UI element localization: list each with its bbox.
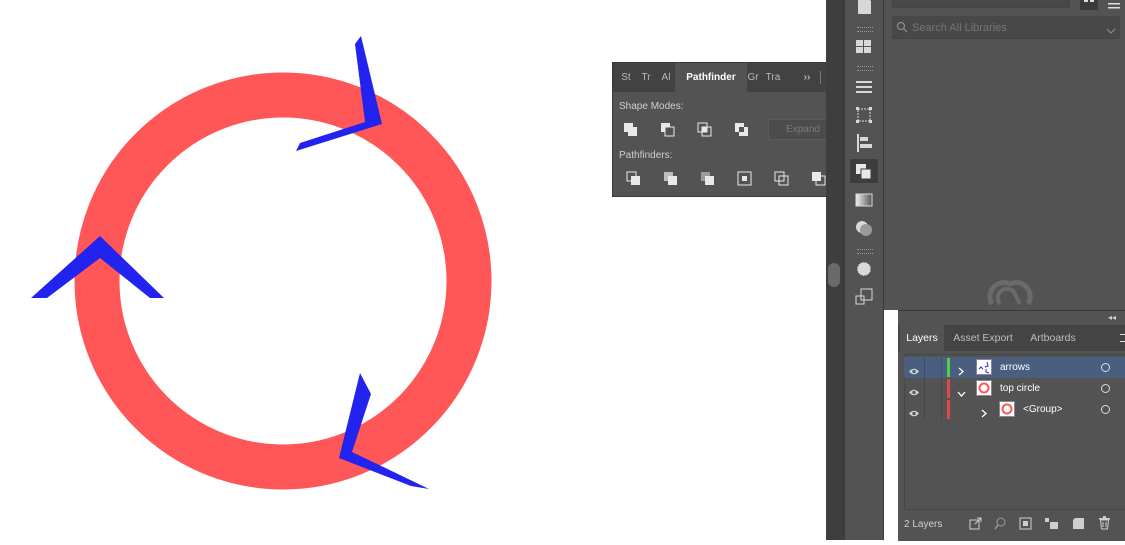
collapse-panel-icon[interactable]: ◂◂ — [1108, 313, 1116, 322]
divide-icon[interactable] — [625, 170, 643, 188]
layers-tabbar: Layers Asset Export Artboards — [898, 325, 1125, 351]
tab-artboards[interactable]: Artboards — [1022, 325, 1084, 351]
exclude-icon[interactable] — [733, 121, 751, 139]
library-dropdown[interactable] — [892, 0, 1070, 8]
layer-row-top-circle[interactable]: top circle — [904, 378, 1125, 399]
library-search[interactable] — [892, 16, 1120, 39]
target-circle-icon[interactable] — [1101, 363, 1110, 372]
dock-grip — [857, 249, 873, 254]
eye-icon[interactable] — [908, 405, 920, 423]
pathfinder-tabbar: St Tr Al Pathfinder Gr Tra ›› — [613, 63, 841, 92]
align-icon[interactable] — [853, 133, 875, 153]
clipping-mask-icon[interactable] — [1019, 517, 1032, 535]
tab-stroke[interactable]: St — [617, 63, 635, 92]
layer-color-swatch — [947, 379, 950, 398]
trim-icon[interactable] — [662, 170, 680, 188]
layer-thumbnail — [976, 380, 992, 396]
grid-view-icon[interactable] — [1080, 0, 1098, 10]
tab-gradient[interactable]: Gr — [743, 63, 763, 92]
chevron-right-icon[interactable] — [981, 405, 988, 423]
layer-name[interactable]: arrows — [1000, 357, 1030, 378]
appearance-icon[interactable] — [853, 259, 875, 279]
new-layer-icon[interactable] — [1072, 517, 1085, 535]
tab-align[interactable]: Al — [657, 63, 675, 92]
layer-count: 2 Layers — [904, 519, 943, 530]
red-ring — [74, 72, 492, 490]
libraries-panel — [884, 0, 1125, 310]
pathfinder-panel[interactable]: St Tr Al Pathfinder Gr Tra ›› Shape Mode… — [612, 62, 842, 197]
dock-scroll-thumb[interactable] — [828, 263, 840, 287]
layer-row-group[interactable]: <Group> — [904, 399, 1125, 420]
tab-transparency[interactable]: Tr — [637, 63, 655, 92]
stroke-icon[interactable] — [853, 77, 875, 97]
layer-thumbnail — [999, 401, 1015, 417]
library-search-input[interactable] — [910, 18, 1104, 38]
search-icon — [896, 20, 908, 38]
tab-transform[interactable]: Tra — [763, 63, 783, 92]
pathfinders-label: Pathfinders: — [619, 150, 673, 161]
tab-pathfinder[interactable]: Pathfinder — [675, 63, 747, 92]
target-circle-icon[interactable] — [1101, 405, 1110, 414]
transform-icon[interactable] — [853, 105, 875, 125]
trash-icon[interactable] — [1098, 516, 1111, 535]
swatches-icon[interactable] — [853, 37, 875, 57]
layers-footer: 2 Layers — [898, 511, 1125, 541]
minus-front-icon[interactable] — [659, 121, 677, 139]
top-circle-layer-art — [74, 72, 492, 490]
panel-menu-icon[interactable] — [1120, 334, 1125, 342]
pathfinder-dock-icon[interactable] — [850, 159, 878, 183]
crop-icon[interactable] — [736, 170, 754, 188]
tab-asset-export[interactable]: Asset Export — [948, 325, 1018, 351]
export-icon[interactable] — [969, 517, 982, 535]
unite-icon[interactable] — [622, 121, 640, 139]
artboards-dock-icon[interactable] — [853, 287, 875, 307]
layer-name[interactable]: <Group> — [1023, 399, 1062, 420]
merge-icon[interactable] — [699, 170, 717, 188]
new-sublayer-icon[interactable] — [1044, 517, 1059, 535]
locate-object-icon[interactable] — [994, 517, 1007, 535]
outline-icon[interactable] — [773, 170, 791, 188]
transparency-icon[interactable] — [853, 218, 875, 238]
intersect-icon[interactable] — [696, 121, 714, 139]
shape-modes-label: Shape Modes: — [619, 101, 684, 112]
layer-name[interactable]: top circle — [1000, 378, 1040, 399]
dock-grip — [857, 27, 873, 32]
properties-icon[interactable] — [853, 0, 875, 16]
layer-thumbnail — [976, 359, 992, 375]
gradient-icon[interactable] — [853, 190, 875, 210]
layer-color-swatch — [947, 358, 950, 377]
layer-row-arrows[interactable]: arrows — [904, 357, 1125, 378]
panel-overflow-button[interactable]: ›› — [799, 63, 815, 92]
layer-color-swatch — [947, 400, 950, 419]
tab-layers[interactable]: Layers — [900, 325, 944, 351]
dock-grip — [857, 66, 873, 71]
chevron-down-icon[interactable] — [1106, 22, 1116, 40]
layers-panel: ◂◂ Layers Asset Export Artboards arrows — [898, 310, 1125, 541]
list-view-icon[interactable] — [1108, 0, 1120, 9]
panel-icon-dock — [844, 0, 884, 540]
target-circle-icon[interactable] — [1101, 384, 1110, 393]
